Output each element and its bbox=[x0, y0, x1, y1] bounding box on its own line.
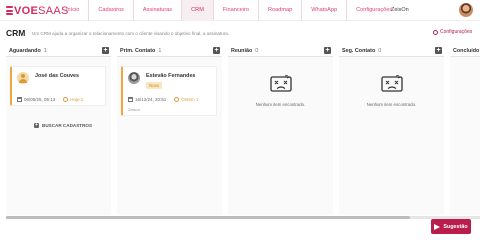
load-more-button[interactable]: + BUSCAR CADASTROS bbox=[34, 123, 92, 128]
nav-item-roadmap[interactable]: Roadmap bbox=[257, 0, 301, 21]
sad-box-icon bbox=[380, 74, 403, 92]
card-meta: 16/12/24, 20:51 Ontem 1 bbox=[128, 97, 199, 102]
add-card-button[interactable]: + bbox=[102, 47, 109, 54]
card-date: 06/05/25, 05:13 bbox=[24, 97, 56, 102]
add-card-button[interactable]: + bbox=[435, 47, 442, 54]
column-seg-contato: Seg. Contato 0 + Nenhum item encontrado. bbox=[339, 45, 444, 215]
status-badge: Novo bbox=[146, 82, 163, 89]
column-title: Seg. Contato bbox=[342, 48, 376, 54]
logo-mark-icon bbox=[6, 6, 13, 15]
nav-item-cadastros[interactable]: Cadastros bbox=[88, 0, 133, 21]
config-label: Configurações bbox=[440, 29, 473, 35]
contact-name: Estevão Fernandes bbox=[146, 73, 196, 79]
add-card-button[interactable]: + bbox=[324, 47, 331, 54]
nav-item-whatsapp[interactable]: WhatsApp bbox=[301, 0, 346, 21]
clock-icon bbox=[174, 97, 180, 102]
column-reuniao: Reunião 0 + Nenhum item encontrado. bbox=[228, 45, 333, 215]
column-title: Prim. Contato bbox=[120, 48, 156, 54]
page-title: CRM bbox=[6, 28, 26, 38]
plus-square-icon: + bbox=[34, 122, 39, 128]
calendar-icon bbox=[17, 97, 22, 102]
empty-text: Nenhum item encontrado. bbox=[255, 102, 306, 107]
nav-item-financeiro[interactable]: Financeiro bbox=[212, 0, 258, 21]
top-navbar: VOESAAS Início Cadastros Assinaturas CRM… bbox=[0, 0, 480, 21]
contact-name: José das Couves bbox=[35, 73, 80, 79]
card-date: 16/12/24, 20:51 bbox=[135, 97, 167, 102]
card-owner: Zeison bbox=[128, 107, 141, 112]
suggestion-button[interactable]: Sugestão bbox=[431, 219, 471, 234]
add-card-button[interactable]: + bbox=[213, 47, 220, 54]
column-header: Prim. Contato 1 + bbox=[117, 45, 222, 57]
kanban-board: Aguardando 1 + José das Couves 06/05/25, … bbox=[6, 45, 480, 215]
column-prim-contato: Prim. Contato 1 + Estevão Fernandes Novo … bbox=[117, 45, 222, 215]
deal-card[interactable]: José das Couves 06/05/25, 05:13 Hoje 1 bbox=[10, 66, 106, 106]
column-header: Concluído bbox=[450, 45, 480, 57]
nav-item-inicio[interactable]: Início bbox=[57, 0, 88, 21]
card-meta: 06/05/25, 05:13 Hoje 1 bbox=[17, 97, 83, 102]
user-avatar[interactable] bbox=[459, 3, 473, 17]
clock-icon bbox=[63, 97, 69, 102]
column-title: Reunião bbox=[231, 48, 253, 54]
deal-card[interactable]: Estevão Fernandes Novo 16/12/24, 20:51 O… bbox=[121, 66, 217, 116]
column-header: Aguardando 1 + bbox=[6, 45, 111, 57]
column-header: Reunião 0 + bbox=[228, 45, 333, 57]
card-age: Ontem 1 bbox=[181, 97, 199, 102]
column-concluido: Concluído bbox=[450, 45, 480, 215]
column-title: Concluído bbox=[453, 48, 480, 54]
contact-avatar-icon bbox=[17, 72, 29, 84]
suggestion-label: Sugestão bbox=[443, 223, 468, 230]
paper-plane-icon bbox=[434, 223, 441, 230]
config-link[interactable]: Configurações bbox=[433, 29, 472, 35]
empty-state: Nenhum item encontrado. bbox=[228, 74, 333, 107]
nav-item-crm[interactable]: CRM bbox=[181, 0, 213, 21]
card-age: Hoje 1 bbox=[70, 97, 84, 102]
empty-text: Nenhum item encontrado. bbox=[366, 102, 417, 107]
empty-state: Nenhum item encontrado. bbox=[339, 74, 444, 107]
column-count: 1 bbox=[158, 48, 162, 54]
page-subtitle: Um CRM ajuda a organizar o relacionament… bbox=[32, 31, 230, 36]
calendar-icon bbox=[128, 97, 133, 102]
nav-item-assinaturas[interactable]: Assinaturas bbox=[132, 0, 181, 21]
column-count: 0 bbox=[378, 48, 382, 54]
sad-box-icon bbox=[269, 74, 292, 92]
main-nav: Início Cadastros Assinaturas CRM Finance… bbox=[57, 0, 401, 21]
column-aguardando: Aguardando 1 + José das Couves 06/05/25, … bbox=[6, 45, 111, 215]
column-count: 1 bbox=[43, 48, 47, 54]
logo-text: VOE bbox=[14, 4, 39, 17]
user-name[interactable]: ZeisOn bbox=[391, 7, 409, 13]
gear-icon bbox=[433, 29, 438, 35]
contact-avatar bbox=[128, 72, 140, 84]
horizontal-scrollbar-thumb[interactable] bbox=[6, 216, 410, 219]
column-count: 0 bbox=[255, 48, 259, 54]
column-title: Aguardando bbox=[9, 48, 41, 54]
load-more-label: BUSCAR CADASTROS bbox=[42, 123, 93, 128]
column-header: Seg. Contato 0 + bbox=[339, 45, 444, 57]
